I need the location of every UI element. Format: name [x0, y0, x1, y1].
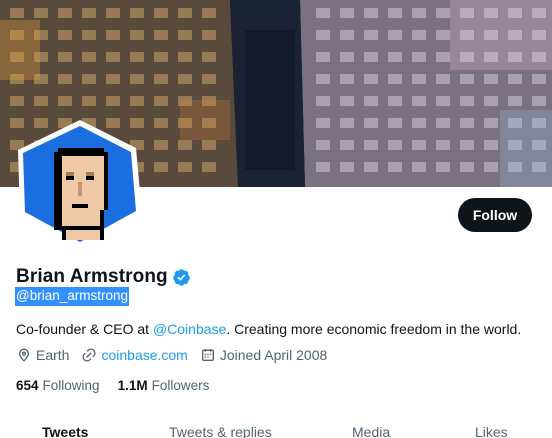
website-link[interactable]: coinbase.com	[101, 347, 187, 363]
verified-badge-icon[interactable]	[172, 268, 191, 287]
tab-likes[interactable]: Likes	[475, 424, 508, 438]
profile-bio: Co-founder & CEO at @Coinbase. Creating …	[16, 320, 521, 338]
joined-text: Joined April 2008	[219, 347, 328, 363]
followers-link[interactable]: 1.1M Followers	[118, 378, 210, 393]
profile-page: Follow Brian Armstrong @brian_armstrong …	[0, 0, 552, 438]
profile-tabs: Tweets Tweets & replies Media Likes	[0, 418, 552, 438]
location-text: Earth	[36, 347, 70, 363]
avatar[interactable]	[14, 118, 146, 250]
follow-button[interactable]: Follow	[458, 198, 532, 232]
calendar-icon	[201, 349, 214, 361]
link-icon	[82, 348, 97, 362]
following-link[interactable]: 654 Following	[16, 378, 100, 393]
tab-media[interactable]: Media	[352, 424, 390, 438]
location-pin-icon	[19, 348, 29, 362]
following-count: 654	[16, 378, 39, 393]
followers-label: Followers	[151, 378, 210, 393]
website-item: coinbase.com	[81, 347, 188, 363]
bio-mention-link[interactable]: @Coinbase	[153, 321, 226, 337]
joined-item: Joined April 2008	[200, 347, 327, 363]
following-label: Following	[42, 378, 100, 393]
avatar-punk-image	[18, 120, 142, 248]
profile-name-row: Brian Armstrong	[16, 266, 191, 288]
location-item: Earth	[16, 347, 69, 363]
followers-count: 1.1M	[117, 378, 148, 393]
profile-display-name: Brian Armstrong	[16, 266, 168, 287]
profile-handle[interactable]: @brian_armstrong	[15, 287, 130, 306]
tab-tweets[interactable]: Tweets	[42, 424, 88, 438]
profile-meta-row: Earth coinbase.com Joined April 2008	[16, 347, 339, 363]
tab-tweets-and-replies[interactable]: Tweets & replies	[169, 424, 272, 438]
follow-counts: 654 Following 1.1M Followers	[16, 378, 227, 393]
bio-text-suffix: . Creating more economic freedom in the …	[226, 321, 522, 337]
follow-button-label: Follow	[472, 207, 518, 223]
bio-text-prefix: Co-founder & CEO at	[16, 321, 153, 337]
